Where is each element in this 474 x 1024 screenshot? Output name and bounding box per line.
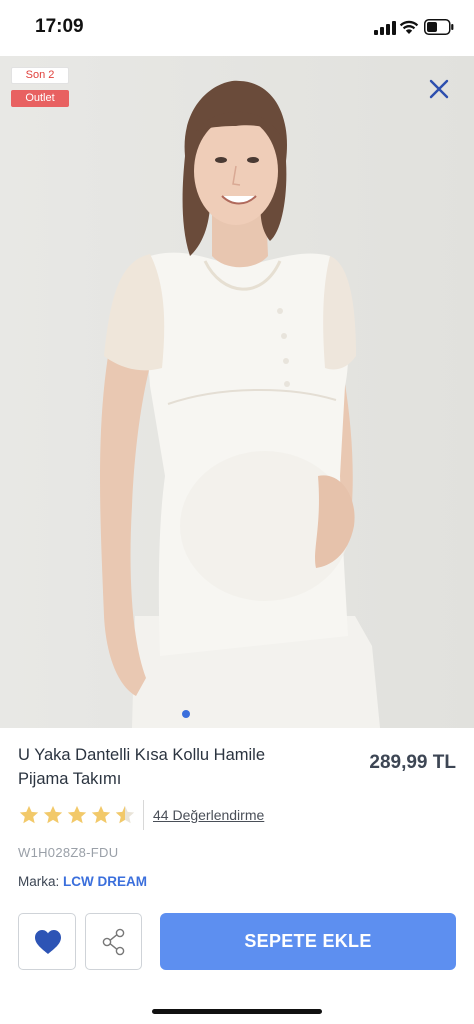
product-code: W1H028Z8-FDU [18,845,119,860]
star-icon [19,805,39,824]
home-indicator[interactable] [152,1009,322,1014]
rating-stars [18,804,136,828]
reviews-link[interactable]: 44 Değerlendirme [153,807,264,823]
star-half-icon [115,805,135,824]
star-icon [91,805,111,824]
product-image-gallery[interactable]: Son 2 Outlet [0,56,474,728]
product-price: 289,99 TL [369,752,456,773]
wifi-icon [399,20,419,34]
gallery-page-indicator [182,710,190,718]
product-photo [0,56,474,728]
share-button[interactable] [85,913,142,970]
star-icon [67,805,87,824]
brand-link[interactable]: LCW DREAM [63,874,147,889]
status-time: 17:09 [35,16,84,37]
close-icon[interactable] [426,76,452,102]
add-to-cart-button[interactable]: SEPETE EKLE [160,913,456,970]
status-bar: 17:09 [0,0,474,56]
signal-icon [374,21,396,35]
star-icon [43,805,63,824]
outlet-badge: Outlet [11,90,69,107]
brand-row: Marka: LCW DREAM [18,874,147,889]
favorite-button[interactable] [18,913,76,970]
heart-icon [35,930,61,954]
product-title: U Yaka Dantelli Kısa Kollu Hamile Pijama… [18,746,266,788]
rating-row: 44 Değerlendirme [18,800,318,832]
brand-label: Marka: [18,874,60,889]
stock-badge: Son 2 [11,67,69,84]
rating-divider [143,800,144,830]
battery-icon [424,19,454,35]
share-icon [102,928,125,956]
